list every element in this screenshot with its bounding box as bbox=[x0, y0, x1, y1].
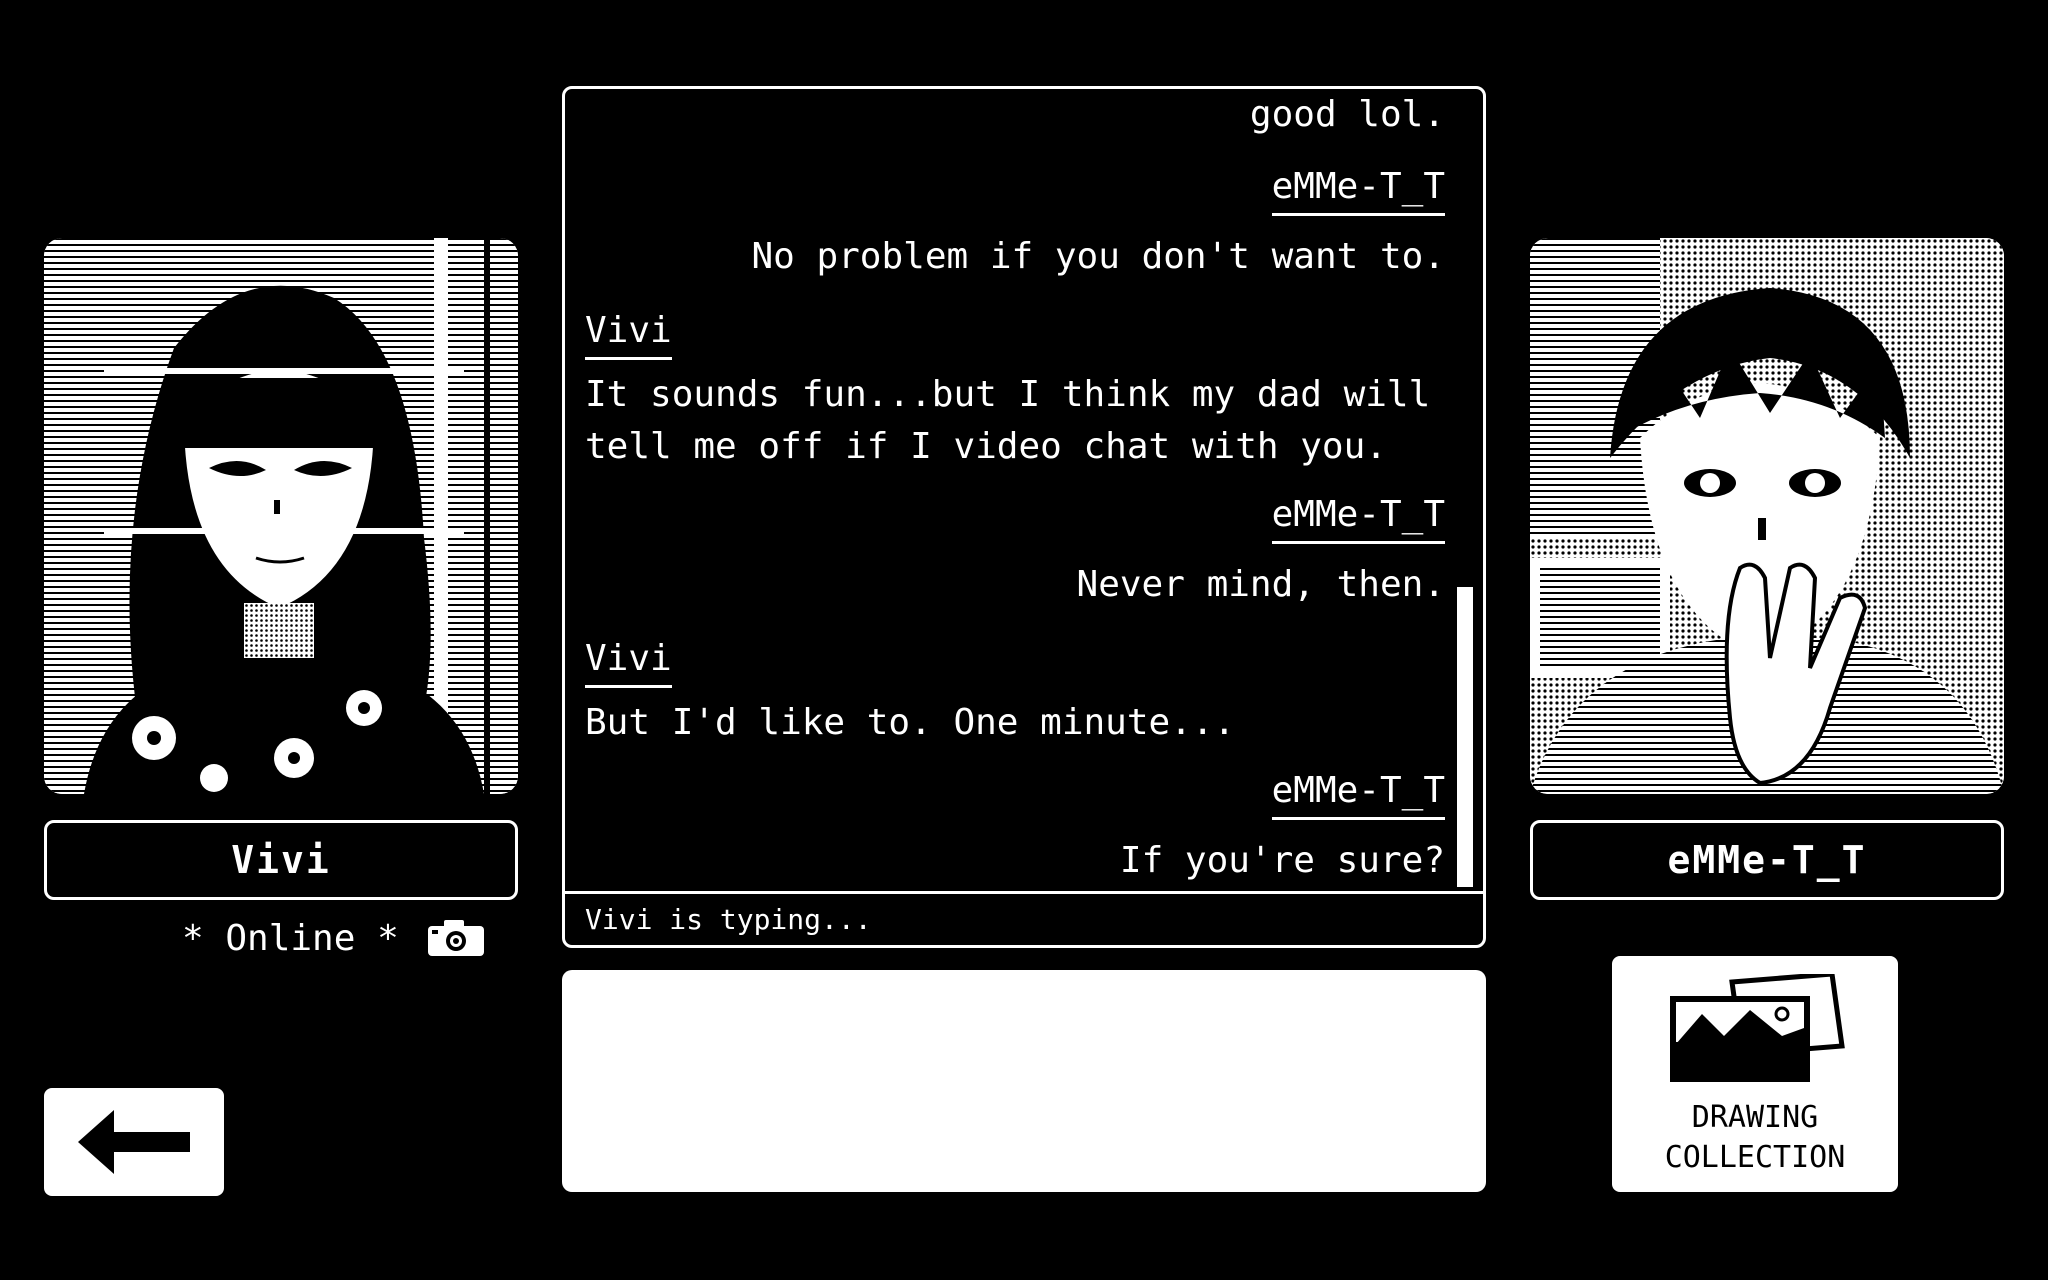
emme-name-plate: eMMe-T_T bbox=[1530, 820, 2004, 900]
chat-message: good lol. bbox=[1249, 94, 1445, 135]
picture-gallery-icon bbox=[1670, 974, 1845, 1082]
chat-log[interactable]: good lol. eMMe-T_T No problem if you don… bbox=[565, 89, 1483, 891]
response-box[interactable] bbox=[562, 970, 1486, 1192]
back-button[interactable] bbox=[44, 1088, 224, 1196]
drawing-collection-button[interactable]: DRAWING COLLECTION bbox=[1612, 956, 1898, 1192]
camera-icon[interactable] bbox=[426, 918, 486, 958]
typing-indicator: Vivi is typing... bbox=[565, 891, 1483, 945]
chat-sender: Vivi bbox=[585, 635, 672, 688]
online-status: * Online * bbox=[182, 918, 399, 959]
chat-sender: Vivi bbox=[585, 307, 672, 360]
emme-name-label: eMMe-T_T bbox=[1667, 838, 1867, 882]
drawing-label-line1: DRAWING bbox=[1691, 1100, 1819, 1135]
chat-sender: eMMe-T_T bbox=[1271, 163, 1445, 216]
chat-message: No problem if you don't want to. bbox=[751, 236, 1445, 277]
vivi-name-label: Vivi bbox=[231, 838, 331, 882]
chat-panel: good lol. eMMe-T_T No problem if you don… bbox=[562, 86, 1486, 948]
chat-sender: eMMe-T_T bbox=[1271, 491, 1445, 544]
chat-message-line: It sounds fun...but I think my dad will bbox=[585, 374, 1431, 415]
chat-message-line: tell me off if I video chat with you. bbox=[585, 426, 1387, 467]
chat-message: But I'd like to. One minute... bbox=[585, 702, 1236, 743]
chat-scrollbar[interactable] bbox=[1457, 587, 1473, 887]
chat-message: Never mind, then. bbox=[1076, 564, 1445, 605]
chat-sender: eMMe-T_T bbox=[1271, 767, 1445, 820]
drawing-label-line2: COLLECTION bbox=[1664, 1140, 1846, 1175]
vivi-portrait bbox=[44, 238, 518, 794]
left-arrow-icon bbox=[78, 1110, 190, 1174]
vivi-name-plate: Vivi bbox=[44, 820, 518, 900]
chat-message: If you're sure? bbox=[1119, 840, 1445, 881]
emme-portrait bbox=[1530, 238, 2004, 794]
